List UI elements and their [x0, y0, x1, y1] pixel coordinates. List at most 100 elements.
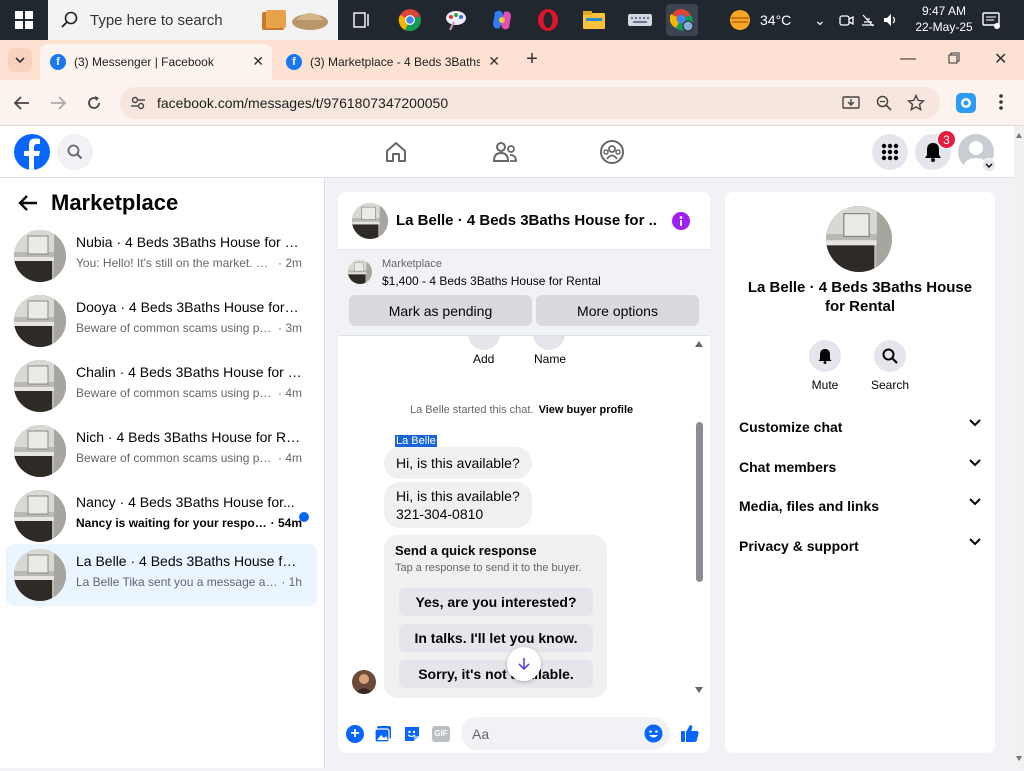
file-explorer-icon[interactable]	[578, 4, 610, 36]
groups-nav-icon[interactable]	[599, 139, 625, 168]
quick-reply-button[interactable]: Sorry, it's not available.	[399, 660, 593, 688]
more-options-button[interactable]: More options	[536, 295, 699, 326]
conversation-thumbnail	[14, 549, 66, 601]
site-info-icon[interactable]	[130, 95, 146, 111]
forward-button[interactable]	[46, 91, 70, 115]
close-tab-icon[interactable]: ✕	[252, 53, 264, 70]
clock[interactable]: 9:47 AM 22-May-25	[912, 3, 976, 35]
quick-reply-button[interactable]: Yes, are you interested?	[399, 588, 593, 616]
facebook-search-button[interactable]	[57, 134, 93, 170]
notifications-button[interactable]: 3	[915, 130, 956, 170]
back-arrow-icon[interactable]	[18, 194, 38, 215]
restore-button[interactable]	[948, 52, 960, 67]
browser-tab-bar: f (3) Messenger | Facebook ✕ f (3) Marke…	[0, 40, 1024, 80]
chevron-up-icon[interactable]: ⌄	[814, 12, 826, 29]
like-thumbs-up-icon[interactable]	[680, 723, 700, 746]
browser-menu-icon[interactable]	[998, 93, 1006, 113]
sender-avatar[interactable]	[352, 670, 376, 694]
extension-icon[interactable]	[956, 93, 976, 113]
conversation-item[interactable]: Nancy · 4 Beds 3Baths House for... Nancy …	[6, 485, 317, 547]
emoji-icon[interactable]	[644, 724, 663, 743]
friends-nav-icon[interactable]	[492, 140, 518, 167]
conversation-item[interactable]: Chalin · 4 Beds 3Baths House for R... Bew…	[6, 355, 317, 417]
tab-messenger[interactable]: f (3) Messenger | Facebook ✕	[40, 44, 272, 80]
photo-icon[interactable]	[374, 725, 392, 746]
notification-center-icon[interactable]	[982, 11, 1000, 32]
keyboard-app-icon[interactable]	[624, 4, 656, 36]
conversation-item[interactable]: Dooya · 4 Beds 3Baths House for R... Bewa…	[6, 290, 317, 352]
reload-button[interactable]	[82, 91, 106, 115]
chat-avatar[interactable]	[352, 203, 388, 239]
opera-app-icon[interactable]	[532, 4, 564, 36]
chrome-profile-app-icon[interactable]	[666, 4, 698, 36]
info-icon[interactable]	[672, 212, 690, 230]
close-window-button[interactable]: ✕	[994, 49, 1007, 69]
chat-members-section[interactable]: Chat members	[739, 455, 981, 479]
install-app-icon[interactable]	[842, 95, 860, 111]
thread-scrollbar[interactable]	[694, 338, 704, 698]
search-action[interactable]: Search	[858, 340, 922, 392]
taskbar-search-placeholder: Type here to search	[90, 11, 223, 29]
tab-search-button[interactable]	[8, 48, 32, 72]
paint-app-icon[interactable]	[440, 4, 472, 36]
volume-icon[interactable]	[882, 12, 898, 28]
plus-icon[interactable]: +	[346, 725, 364, 743]
weather-widget[interactable]: 34°C	[728, 0, 791, 40]
message-bubble[interactable]: Hi, is this available?	[384, 447, 532, 479]
start-button[interactable]	[0, 0, 48, 40]
menu-grid-button[interactable]	[872, 134, 908, 170]
page-scrollbar[interactable]	[1014, 126, 1024, 768]
bell-icon	[809, 340, 841, 372]
media-files-section[interactable]: Media, files and links	[739, 494, 981, 518]
listing-thumbnail[interactable]	[348, 260, 372, 284]
mute-action[interactable]: Mute	[793, 340, 857, 392]
chevron-down-icon	[969, 419, 981, 427]
chat-title[interactable]: La Belle · 4 Beds 3Baths House for ...	[396, 212, 658, 229]
back-button[interactable]	[10, 91, 34, 115]
chat-started-text: La Belle started this chat.	[410, 404, 534, 416]
conversation-item[interactable]: La Belle · 4 Beds 3Baths House for ... La…	[6, 544, 317, 606]
quick-reply-button[interactable]: In talks. I'll let you know.	[399, 624, 593, 652]
close-tab-icon[interactable]: ✕	[488, 53, 500, 70]
copilot-app-icon[interactable]	[486, 4, 518, 36]
chrome-app-icon[interactable]	[394, 4, 426, 36]
message-input[interactable]: Aa	[461, 717, 670, 750]
gif-icon[interactable]: GIF	[432, 726, 450, 742]
new-tab-button[interactable]: +	[520, 48, 544, 72]
message-bubble[interactable]: Hi, is this available? 321-304-0810	[384, 482, 532, 528]
conversation-name: Dooya · 4 Beds 3Baths House for R...	[76, 299, 302, 315]
task-view-icon[interactable]	[346, 4, 378, 36]
facebook-logo-icon[interactable]	[14, 134, 50, 170]
zoom-icon[interactable]	[876, 95, 892, 111]
view-buyer-profile-link[interactable]: View buyer profile	[539, 404, 634, 416]
home-nav-icon[interactable]	[384, 140, 408, 167]
conversation-item[interactable]: Nich · 4 Beds 3Baths House for Re... Bewa…	[6, 420, 317, 482]
sticker-icon[interactable]	[403, 725, 421, 746]
facebook-favicon-icon: f	[286, 54, 302, 70]
message-composer: + GIF Aa	[338, 708, 710, 753]
conversation-name: Nich · 4 Beds 3Baths House for Re...	[76, 429, 302, 445]
account-chevron-icon[interactable]	[982, 158, 996, 172]
mute-label: Mute	[811, 378, 839, 392]
conversation-item[interactable]: Nubia · 4 Beds 3Baths House for R... You:…	[6, 225, 317, 287]
name-action-icon[interactable]	[533, 336, 565, 350]
meet-icon[interactable]	[838, 12, 854, 28]
section-label: Chat members	[739, 459, 837, 475]
minimize-button[interactable]: —	[900, 50, 916, 68]
bookmark-star-icon[interactable]	[907, 94, 925, 112]
network-icon[interactable]	[860, 12, 876, 28]
mark-pending-button[interactable]: Mark as pending	[349, 295, 532, 326]
address-bar[interactable]: facebook.com/messages/t/9761807347200050	[120, 87, 940, 119]
scroll-to-bottom-button[interactable]	[507, 647, 541, 681]
listing-title[interactable]: $1,400 - 4 Beds 3Baths House for Rental	[382, 274, 601, 288]
add-action-icon[interactable]	[468, 336, 500, 350]
taskbar-search[interactable]: Type here to search	[48, 0, 338, 40]
privacy-support-section[interactable]: Privacy & support	[739, 534, 981, 558]
conversation-name: Nubia · 4 Beds 3Baths House for R...	[76, 234, 302, 250]
tab-marketplace[interactable]: f (3) Marketplace - 4 Beds 3Baths ✕	[276, 44, 508, 80]
customize-chat-section[interactable]: Customize chat	[739, 415, 981, 439]
tray-icons[interactable]: ⌄	[814, 0, 898, 40]
details-avatar[interactable]	[826, 206, 892, 272]
conversation-thumbnail	[14, 490, 66, 542]
grid-icon	[881, 143, 899, 161]
